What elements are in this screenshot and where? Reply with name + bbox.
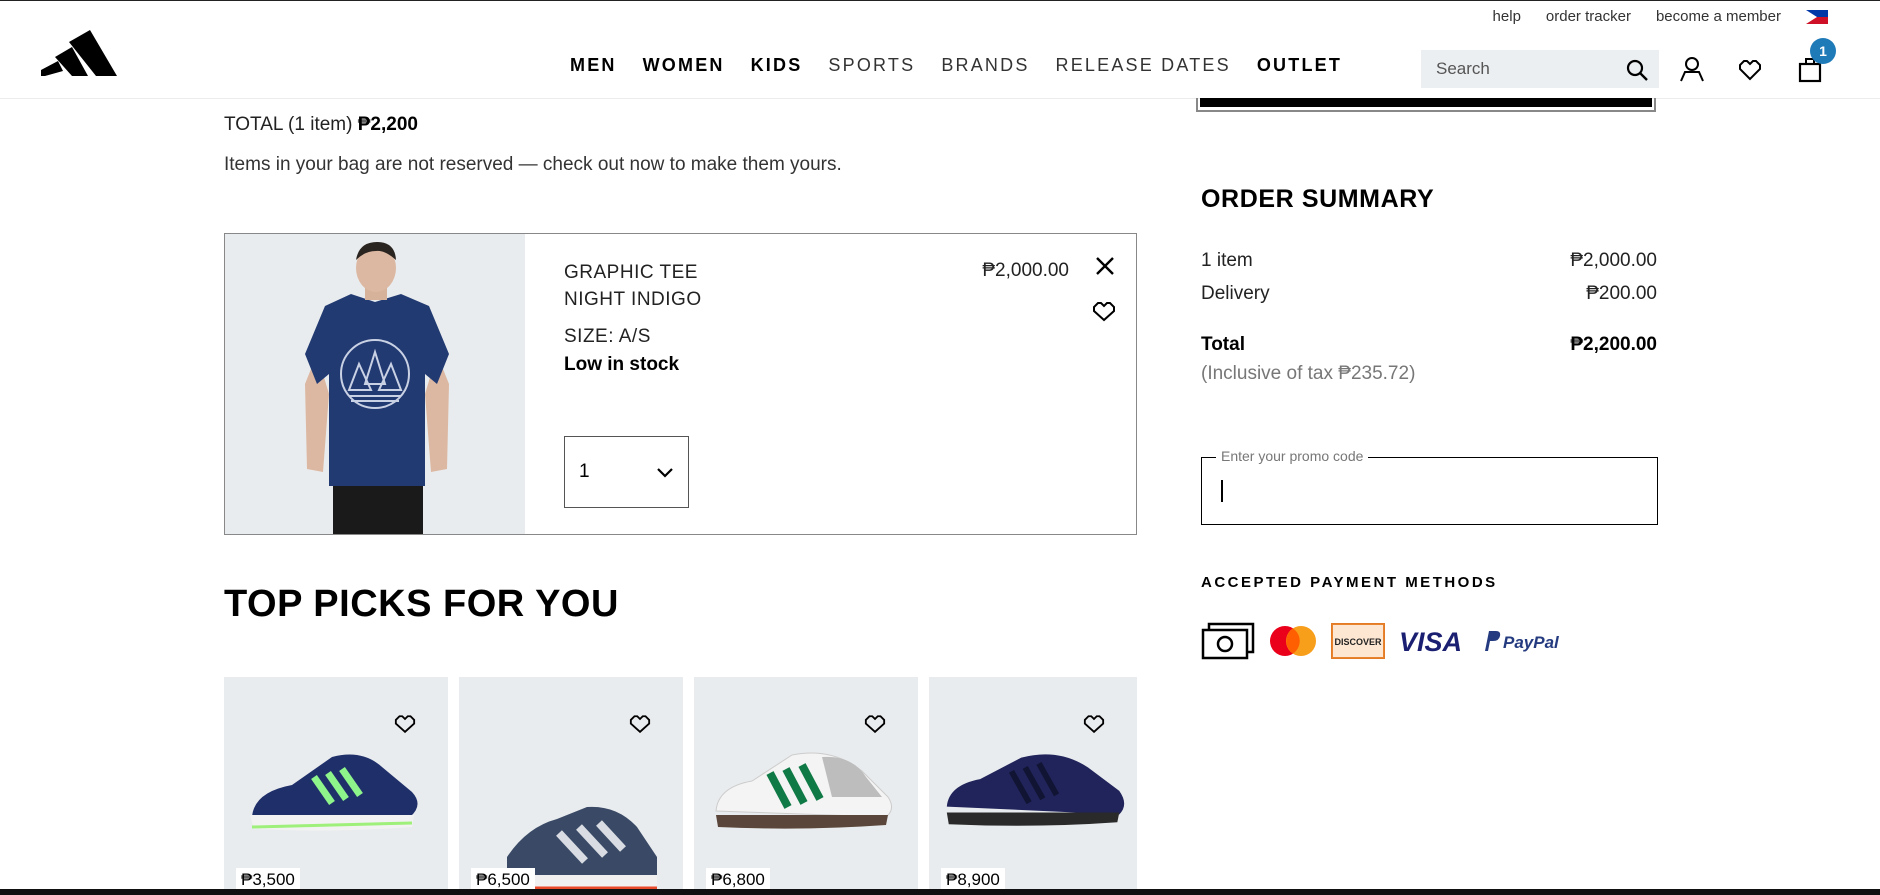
promo-code-input[interactable]: [1220, 478, 1640, 500]
heart-icon[interactable]: [394, 715, 416, 734]
summary-items-label: 1 item: [1201, 250, 1253, 271]
nav-kids[interactable]: KIDS: [751, 55, 803, 76]
main-nav: MEN WOMEN KIDS SPORTS BRANDS RELEASE DAT…: [570, 55, 1342, 76]
quantity-select[interactable]: 1: [564, 436, 689, 508]
nav-women[interactable]: WOMEN: [643, 55, 725, 76]
bag-total-amount: ₱2,200: [357, 114, 418, 135]
top-picks-title: TOP PICKS FOR YOU: [224, 583, 619, 625]
cart-item-card: GRAPHIC TEE NIGHT INDIGO SIZE: A/S Low i…: [224, 233, 1137, 535]
product-name-line1: GRAPHIC TEE: [564, 262, 698, 283]
product-size: SIZE: A/S: [564, 326, 651, 347]
close-icon[interactable]: [1095, 256, 1115, 276]
heart-icon[interactable]: [629, 715, 651, 734]
payment-methods-title: ACCEPTED PAYMENT METHODS: [1201, 574, 1498, 591]
utility-bar: help order tracker become a member: [1493, 8, 1828, 25]
search-box: [1421, 50, 1659, 88]
text-caret: [1221, 480, 1223, 502]
product-card[interactable]: ₱8,900: [929, 677, 1137, 892]
paypal-icon: PayPal: [1485, 631, 1560, 652]
heart-icon[interactable]: [1092, 302, 1116, 322]
product-image[interactable]: [225, 234, 525, 534]
order-summary-title: ORDER SUMMARY: [1201, 185, 1435, 213]
summary-total-row: Total ₱2,200.00: [1201, 334, 1657, 356]
promo-code-label: Enter your promo code: [1216, 448, 1369, 464]
nav-outlet[interactable]: OUTLET: [1257, 55, 1342, 76]
product-price: ₱2,000.00: [982, 260, 1069, 281]
stock-status: Low in stock: [564, 354, 680, 375]
discover-icon: DISCOVER: [1331, 623, 1385, 659]
product-name[interactable]: GRAPHIC TEE NIGHT INDIGO: [564, 259, 702, 313]
shoe-image: [250, 754, 418, 831]
product-color: NIGHT INDIGO: [564, 289, 702, 310]
adidas-logo[interactable]: [41, 30, 117, 76]
help-link[interactable]: help: [1493, 8, 1521, 25]
nav-sports[interactable]: SPORTS: [828, 55, 915, 76]
svg-text:DISCOVER: DISCOVER: [1334, 637, 1382, 647]
cash-icon: [1201, 622, 1255, 660]
nav-release-dates[interactable]: RELEASE DATES: [1056, 55, 1231, 76]
bag-total-line: TOTAL (1 item) ₱2,200: [224, 114, 418, 136]
summary-items-value: ₱2,000.00: [1570, 250, 1657, 271]
nav-brands[interactable]: BRANDS: [941, 55, 1029, 76]
promo-code-field[interactable]: Enter your promo code: [1201, 448, 1658, 525]
shoe-image: [946, 754, 1125, 826]
product-card[interactable]: ₱6,800: [694, 677, 918, 892]
summary-delivery-row: Delivery ₱200.00: [1201, 283, 1657, 305]
chevron-down-icon: [657, 468, 673, 478]
summary-items-row: 1 item ₱2,000.00: [1201, 250, 1657, 272]
checkout-button-edge[interactable]: [1196, 98, 1656, 112]
heart-icon[interactable]: [1083, 715, 1105, 734]
svg-text:VISA: VISA: [1399, 627, 1462, 656]
search-input[interactable]: [1436, 59, 1616, 79]
product-card[interactable]: ₱6,500: [459, 677, 683, 892]
window-bottom-border: [0, 889, 1880, 895]
visa-icon: VISA: [1399, 627, 1462, 656]
account-icon[interactable]: [1679, 56, 1705, 82]
payment-methods-row: DISCOVER VISA PayPal: [1201, 622, 1563, 660]
product-card[interactable]: ₱3,500: [224, 677, 448, 892]
summary-delivery-value: ₱200.00: [1586, 283, 1657, 304]
svg-text:PayPal: PayPal: [1503, 633, 1560, 652]
bag-notice: Items in your bag are not reserved — che…: [224, 154, 842, 175]
tax-note: (Inclusive of tax ₱235.72): [1201, 363, 1416, 384]
bag-total-prefix: TOTAL (1 item): [224, 114, 353, 135]
summary-total-label: Total: [1201, 334, 1245, 355]
window-top-border: [0, 0, 1880, 1]
summary-delivery-label: Delivery: [1201, 283, 1270, 304]
wishlist-icon[interactable]: [1738, 59, 1762, 81]
order-tracker-link[interactable]: order tracker: [1546, 8, 1631, 25]
become-member-link[interactable]: become a member: [1656, 8, 1781, 25]
summary-total-value: ₱2,200.00: [1570, 334, 1657, 355]
heart-icon[interactable]: [864, 715, 886, 734]
cart-count-badge: 1: [1810, 38, 1836, 64]
search-icon[interactable]: [1625, 58, 1649, 82]
nav-men[interactable]: MEN: [570, 55, 617, 76]
philippines-flag-icon[interactable]: [1806, 9, 1828, 24]
quantity-value: 1: [579, 461, 590, 482]
mastercard-icon: [1270, 626, 1316, 656]
shoe-image: [715, 752, 892, 829]
